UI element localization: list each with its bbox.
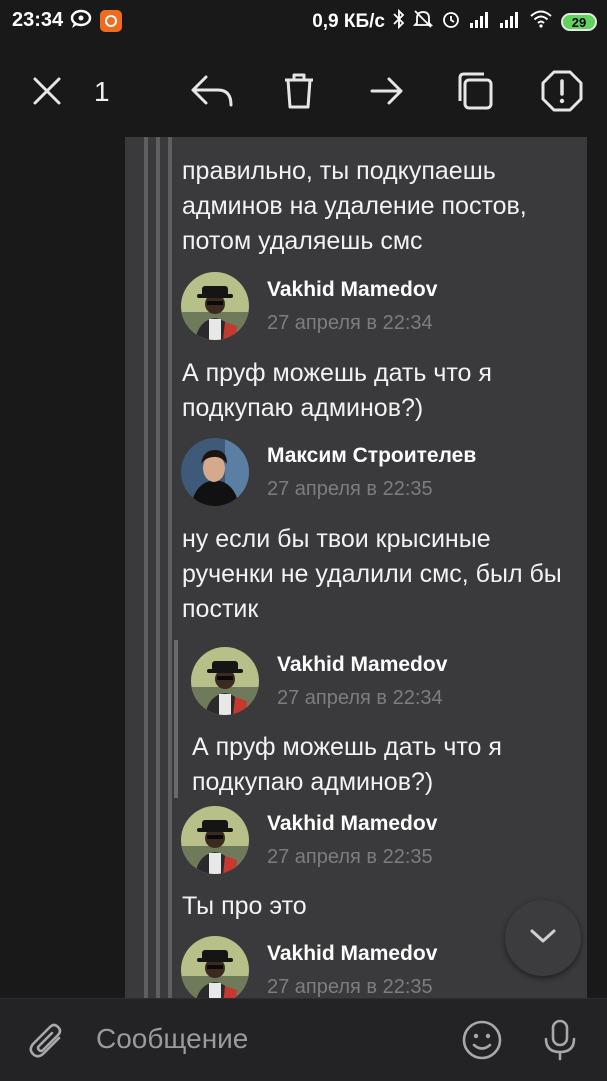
message-date: 27 апреля в 22:34	[267, 312, 433, 334]
avatar	[181, 438, 249, 506]
selection-toolbar: 1	[0, 56, 607, 126]
delete-icon[interactable]	[277, 69, 321, 113]
author-name: Vakhid Mamedov	[267, 812, 438, 835]
signal-icon	[499, 10, 521, 34]
close-icon[interactable]	[25, 69, 69, 113]
message-composer: Сообщение	[0, 998, 607, 1081]
report-icon[interactable]	[540, 69, 584, 113]
message-date: 27 апреля в 22:35	[267, 846, 433, 868]
author-name: Vakhid Mamedov	[277, 653, 448, 676]
message-date: 27 апреля в 22:34	[277, 687, 443, 709]
signal-icon	[469, 10, 491, 34]
thread-line	[156, 137, 160, 1000]
message-date: 27 апреля в 22:35	[267, 976, 433, 998]
avatar	[181, 806, 249, 874]
microphone-icon[interactable]	[537, 1017, 583, 1063]
chevron-down-icon	[529, 928, 557, 949]
status-time: 23:34	[12, 9, 64, 31]
quote-bar	[174, 640, 178, 798]
author-name: Vakhid Mamedov	[267, 278, 438, 301]
message-text: А пруф можешь дать что я подкупаю админо…	[182, 359, 492, 422]
scroll-down-button[interactable]	[505, 900, 581, 976]
attach-icon[interactable]	[24, 1017, 70, 1063]
reply-icon[interactable]	[190, 69, 234, 113]
author-name: Максим Строителев	[267, 444, 477, 467]
quoted-message-text: А пруф можешь дать что я подкупаю админо…	[192, 733, 502, 796]
chat-notification-icon	[70, 9, 92, 34]
copy-icon[interactable]	[453, 69, 497, 113]
selected-message[interactable]: правильно, ты подкупаешь админов на удал…	[125, 137, 587, 1000]
wifi-icon	[529, 10, 553, 34]
status-bar: 23:34 0,9 КБ/с 29	[0, 0, 607, 44]
avatar	[181, 272, 249, 340]
bluetooth-icon	[393, 8, 405, 35]
mute-icon	[412, 9, 434, 35]
alarm-icon	[441, 9, 461, 35]
avatar	[191, 647, 259, 715]
thread-line	[168, 137, 172, 1000]
avatar	[181, 936, 249, 1000]
message-date: 27 апреля в 22:35	[267, 478, 433, 500]
selected-count: 1	[94, 76, 110, 107]
message-input[interactable]: Сообщение	[96, 1023, 248, 1055]
thread-line	[144, 137, 148, 1000]
emoji-icon[interactable]	[459, 1017, 505, 1063]
author-name: Vakhid Mamedov	[267, 942, 438, 965]
app-notification-icon	[100, 10, 122, 32]
message-text: ну если бы твои крысиные рученки не удал…	[182, 525, 562, 623]
network-speed: 0,9 КБ/с	[312, 11, 385, 32]
battery-icon: 29	[561, 13, 597, 31]
forward-icon[interactable]	[365, 69, 409, 113]
message-text: правильно, ты подкупаешь админов на удал…	[182, 157, 527, 255]
